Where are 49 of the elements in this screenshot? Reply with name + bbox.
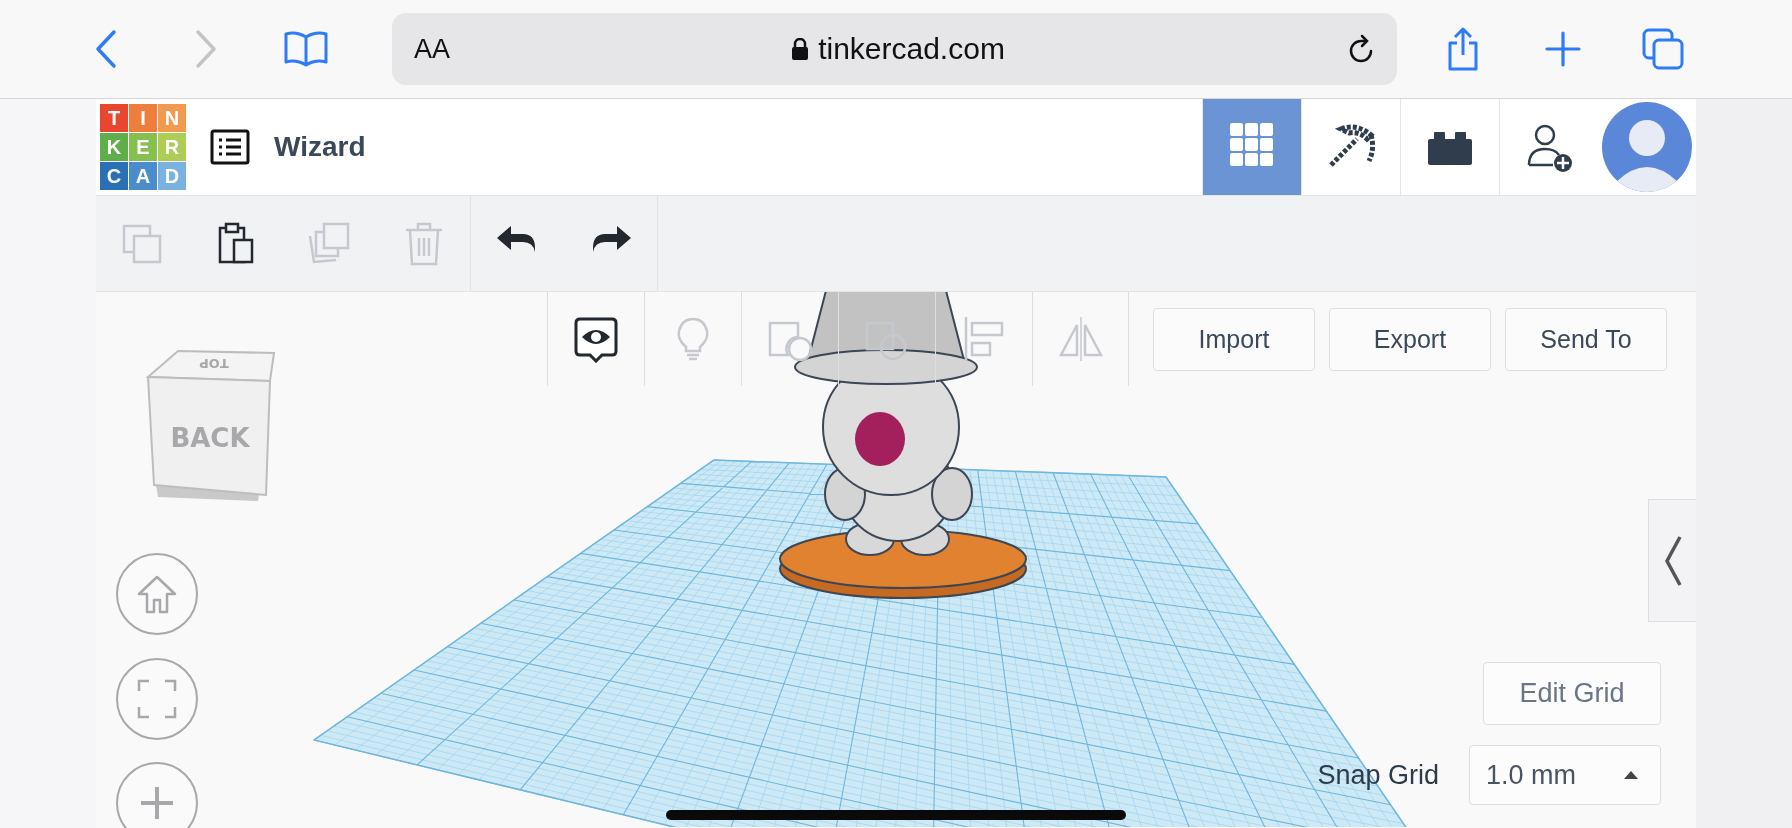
- list-icon[interactable]: [210, 129, 250, 165]
- logo-letter[interactable]: A: [129, 162, 157, 190]
- view-toggle[interactable]: [1202, 99, 1301, 195]
- caret-icon: [1624, 771, 1638, 779]
- cube-face-label: BACK: [170, 423, 250, 453]
- align-icon: [964, 317, 1004, 361]
- clipboard-icon: [218, 222, 254, 263]
- action-button[interactable]: Send To: [1505, 308, 1667, 371]
- trash-icon: [404, 222, 444, 265]
- logo-letter[interactable]: I: [129, 104, 157, 132]
- duplicate-icon: [308, 222, 350, 263]
- fit-icon: [137, 679, 177, 719]
- cube-top-label: TOP: [199, 356, 229, 371]
- book-icon[interactable]: [283, 31, 329, 67]
- plus-icon: [139, 785, 175, 821]
- design-title[interactable]: Wizard: [274, 131, 366, 163]
- tabs-icon[interactable]: [1642, 28, 1684, 70]
- undo-icon: [497, 225, 535, 252]
- add-user-icon: [1527, 124, 1572, 172]
- grid-icon: [1230, 123, 1273, 166]
- pickaxe-icon: [1328, 124, 1375, 168]
- zoom-in-button[interactable]: [116, 762, 198, 828]
- brick-icon: [1428, 132, 1472, 165]
- copy-icon: [122, 224, 162, 263]
- logo-letter[interactable]: T: [100, 104, 128, 132]
- back-icon[interactable]: [94, 29, 118, 69]
- group-shapes-icon: [768, 321, 813, 362]
- redo-icon: [593, 225, 631, 252]
- action-button[interactable]: Import: [1153, 308, 1315, 371]
- plus-icon[interactable]: [1545, 31, 1581, 67]
- logo-letter[interactable]: C: [100, 162, 128, 190]
- address-text[interactable]: tinkercad.com: [818, 32, 1005, 66]
- text-size-button[interactable]: AA: [414, 33, 451, 65]
- lightbulb-icon: [677, 317, 709, 361]
- logo-letter[interactable]: D: [158, 162, 186, 190]
- note-eye-icon: [574, 317, 618, 363]
- lock-icon: [792, 38, 809, 60]
- snap-grid-dropdown[interactable]: 1.0 mm: [1469, 745, 1661, 805]
- mirror-icon: [1058, 316, 1103, 362]
- snap-grid-label: Snap Grid: [1317, 759, 1439, 791]
- reload-icon[interactable]: [1347, 34, 1375, 64]
- home-icon: [136, 574, 178, 614]
- panel-toggle-tab[interactable]: [1648, 499, 1696, 622]
- ungroup-shapes-icon: [865, 321, 907, 361]
- share-icon[interactable]: [1446, 27, 1480, 71]
- logo-letter[interactable]: K: [100, 133, 128, 161]
- action-button[interactable]: Export: [1329, 308, 1491, 371]
- chevron-left-icon: [1663, 534, 1682, 587]
- edit-grid-button[interactable]: Edit Grid: [1483, 662, 1661, 725]
